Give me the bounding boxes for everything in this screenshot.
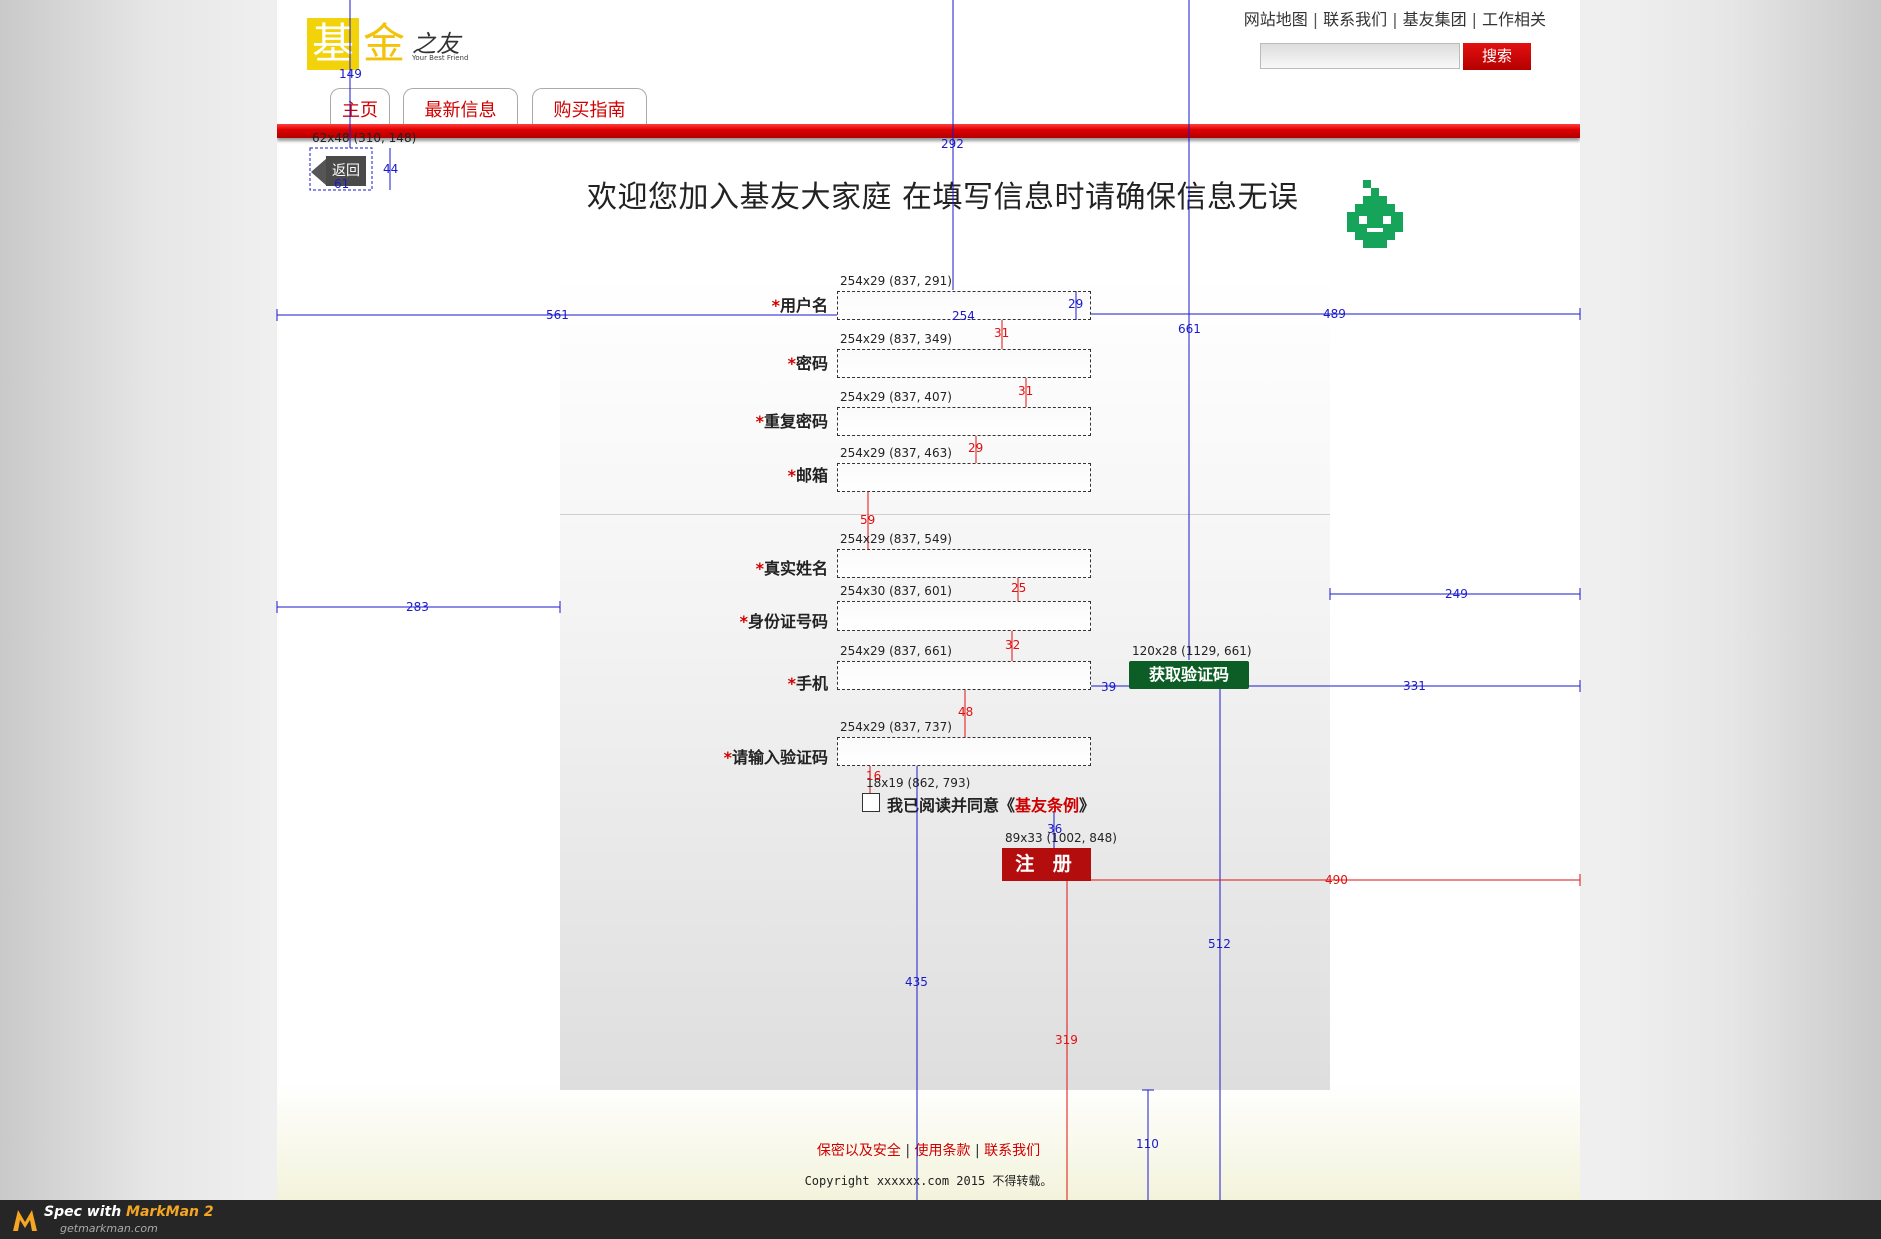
- page: 基 金 之友 Your Best Friend 网站地图 | 联系我们 | 基友集团 | 工…: [277, 0, 1580, 1200]
- field-label-text: 身份证号码: [747, 612, 828, 631]
- welcome-heading: 欢迎您加入基友大家庭 在填写信息时请确保信息无误: [587, 180, 1299, 215]
- copyright-text: Copyright xxxxxx.com 2015 不得转载。: [804, 1174, 1053, 1188]
- top-link-group[interactable]: 基友集团: [1403, 10, 1467, 29]
- field-label-phone: *手机: [788, 670, 828, 694]
- back-button[interactable]: 返回: [311, 152, 369, 188]
- tab-buying-guide[interactable]: 购买指南: [532, 88, 647, 126]
- agreement-link[interactable]: 基友条例: [1015, 796, 1079, 815]
- field-label-text: 真实姓名: [763, 559, 828, 578]
- markman-title-prefix: Spec with: [44, 1204, 127, 1220]
- site-logo[interactable]: 基 金 之友 Your Best Friend: [307, 18, 469, 70]
- logo-tagline: Your Best Friend: [412, 54, 469, 62]
- search-input[interactable]: [1260, 43, 1460, 69]
- field-label-verify-code: *请输入验证码: [724, 744, 828, 768]
- top-link-contact[interactable]: 联系我们: [1323, 10, 1387, 29]
- top-links: 网站地图 | 联系我们 | 基友集团 | 工作相关: [1244, 6, 1546, 30]
- verify-code-input[interactable]: [837, 737, 1091, 766]
- field-label-repeat-password: *重复密码: [756, 408, 828, 432]
- repeat-password-input[interactable]: [837, 407, 1091, 436]
- top-link-sitemap[interactable]: 网站地图: [1244, 10, 1308, 29]
- required-mark: *: [787, 466, 796, 485]
- required-mark: *: [787, 674, 796, 693]
- logo-char-jin: 金: [363, 19, 406, 68]
- markman-app-name: MarkMan 2: [126, 1204, 214, 1220]
- field-label-password: *密码: [788, 350, 828, 374]
- agreement-prefix: 我已阅读并同意《: [887, 796, 1016, 815]
- tab-home[interactable]: 主页: [330, 88, 390, 126]
- field-label-text: 密码: [795, 354, 828, 373]
- footer-link-privacy[interactable]: 保密以及安全: [817, 1143, 901, 1159]
- top-link-separator: |: [1312, 10, 1319, 29]
- search-button[interactable]: 搜索: [1463, 43, 1531, 70]
- required-mark: *: [755, 412, 764, 431]
- required-mark: *: [739, 612, 748, 631]
- required-mark: *: [787, 354, 796, 373]
- footer-separator: |: [905, 1143, 911, 1159]
- id-number-input[interactable]: [837, 601, 1091, 631]
- top-link-separator: |: [1471, 10, 1477, 29]
- markman-site[interactable]: getmarkman.com: [60, 1222, 158, 1235]
- field-label-text: 手机: [795, 674, 828, 693]
- markman-bar: Spec with MarkMan 2 getmarkman.com: [0, 1200, 1881, 1239]
- field-label-text: 请输入验证码: [731, 748, 828, 767]
- field-label-id-number: *身份证号码: [740, 608, 828, 632]
- footer-separator: |: [974, 1143, 980, 1159]
- field-label-email: *邮箱: [788, 462, 828, 486]
- footer-link-terms[interactable]: 使用条款: [915, 1143, 971, 1159]
- agreement-suffix: 》: [1079, 796, 1096, 815]
- logo-char-ji: 基: [307, 18, 359, 70]
- field-label-text: 用户名: [779, 296, 828, 315]
- required-mark: *: [755, 559, 764, 578]
- get-code-button[interactable]: 获取验证码: [1129, 661, 1249, 689]
- required-mark: *: [723, 748, 732, 767]
- field-label-username: *用户名: [772, 292, 828, 316]
- register-button[interactable]: 注 册: [1002, 848, 1091, 881]
- mascot-icon: [1347, 180, 1403, 248]
- real-name-input[interactable]: [837, 549, 1091, 578]
- agreement-checkbox[interactable]: [862, 793, 880, 812]
- agreement-text: 我已阅读并同意《基友条例》: [887, 792, 1095, 816]
- markman-logo-icon: [13, 1210, 37, 1231]
- tab-latest-news[interactable]: 最新信息: [403, 88, 518, 126]
- back-button-label: 返回: [326, 156, 366, 186]
- field-label-text: 邮箱: [795, 466, 828, 485]
- phone-input[interactable]: [837, 661, 1091, 690]
- required-mark: *: [771, 296, 780, 315]
- markman-title: Spec with MarkMan 2: [44, 1204, 214, 1220]
- password-input[interactable]: [837, 349, 1091, 378]
- top-link-separator: |: [1392, 10, 1398, 29]
- footer-link-contact[interactable]: 联系我们: [984, 1143, 1040, 1159]
- footer-links: 保密以及安全 | 使用条款 | 联系我们: [277, 1140, 1580, 1160]
- nav-red-bar: [277, 124, 1580, 138]
- username-input[interactable]: [837, 291, 1091, 320]
- field-label-text: 重复密码: [763, 412, 828, 431]
- email-input[interactable]: [837, 463, 1091, 492]
- field-label-real-name: *真实姓名: [756, 555, 828, 579]
- top-link-jobs[interactable]: 工作相关: [1482, 10, 1546, 29]
- form-section-divider: [560, 514, 1330, 515]
- back-arrow-icon: [311, 158, 327, 186]
